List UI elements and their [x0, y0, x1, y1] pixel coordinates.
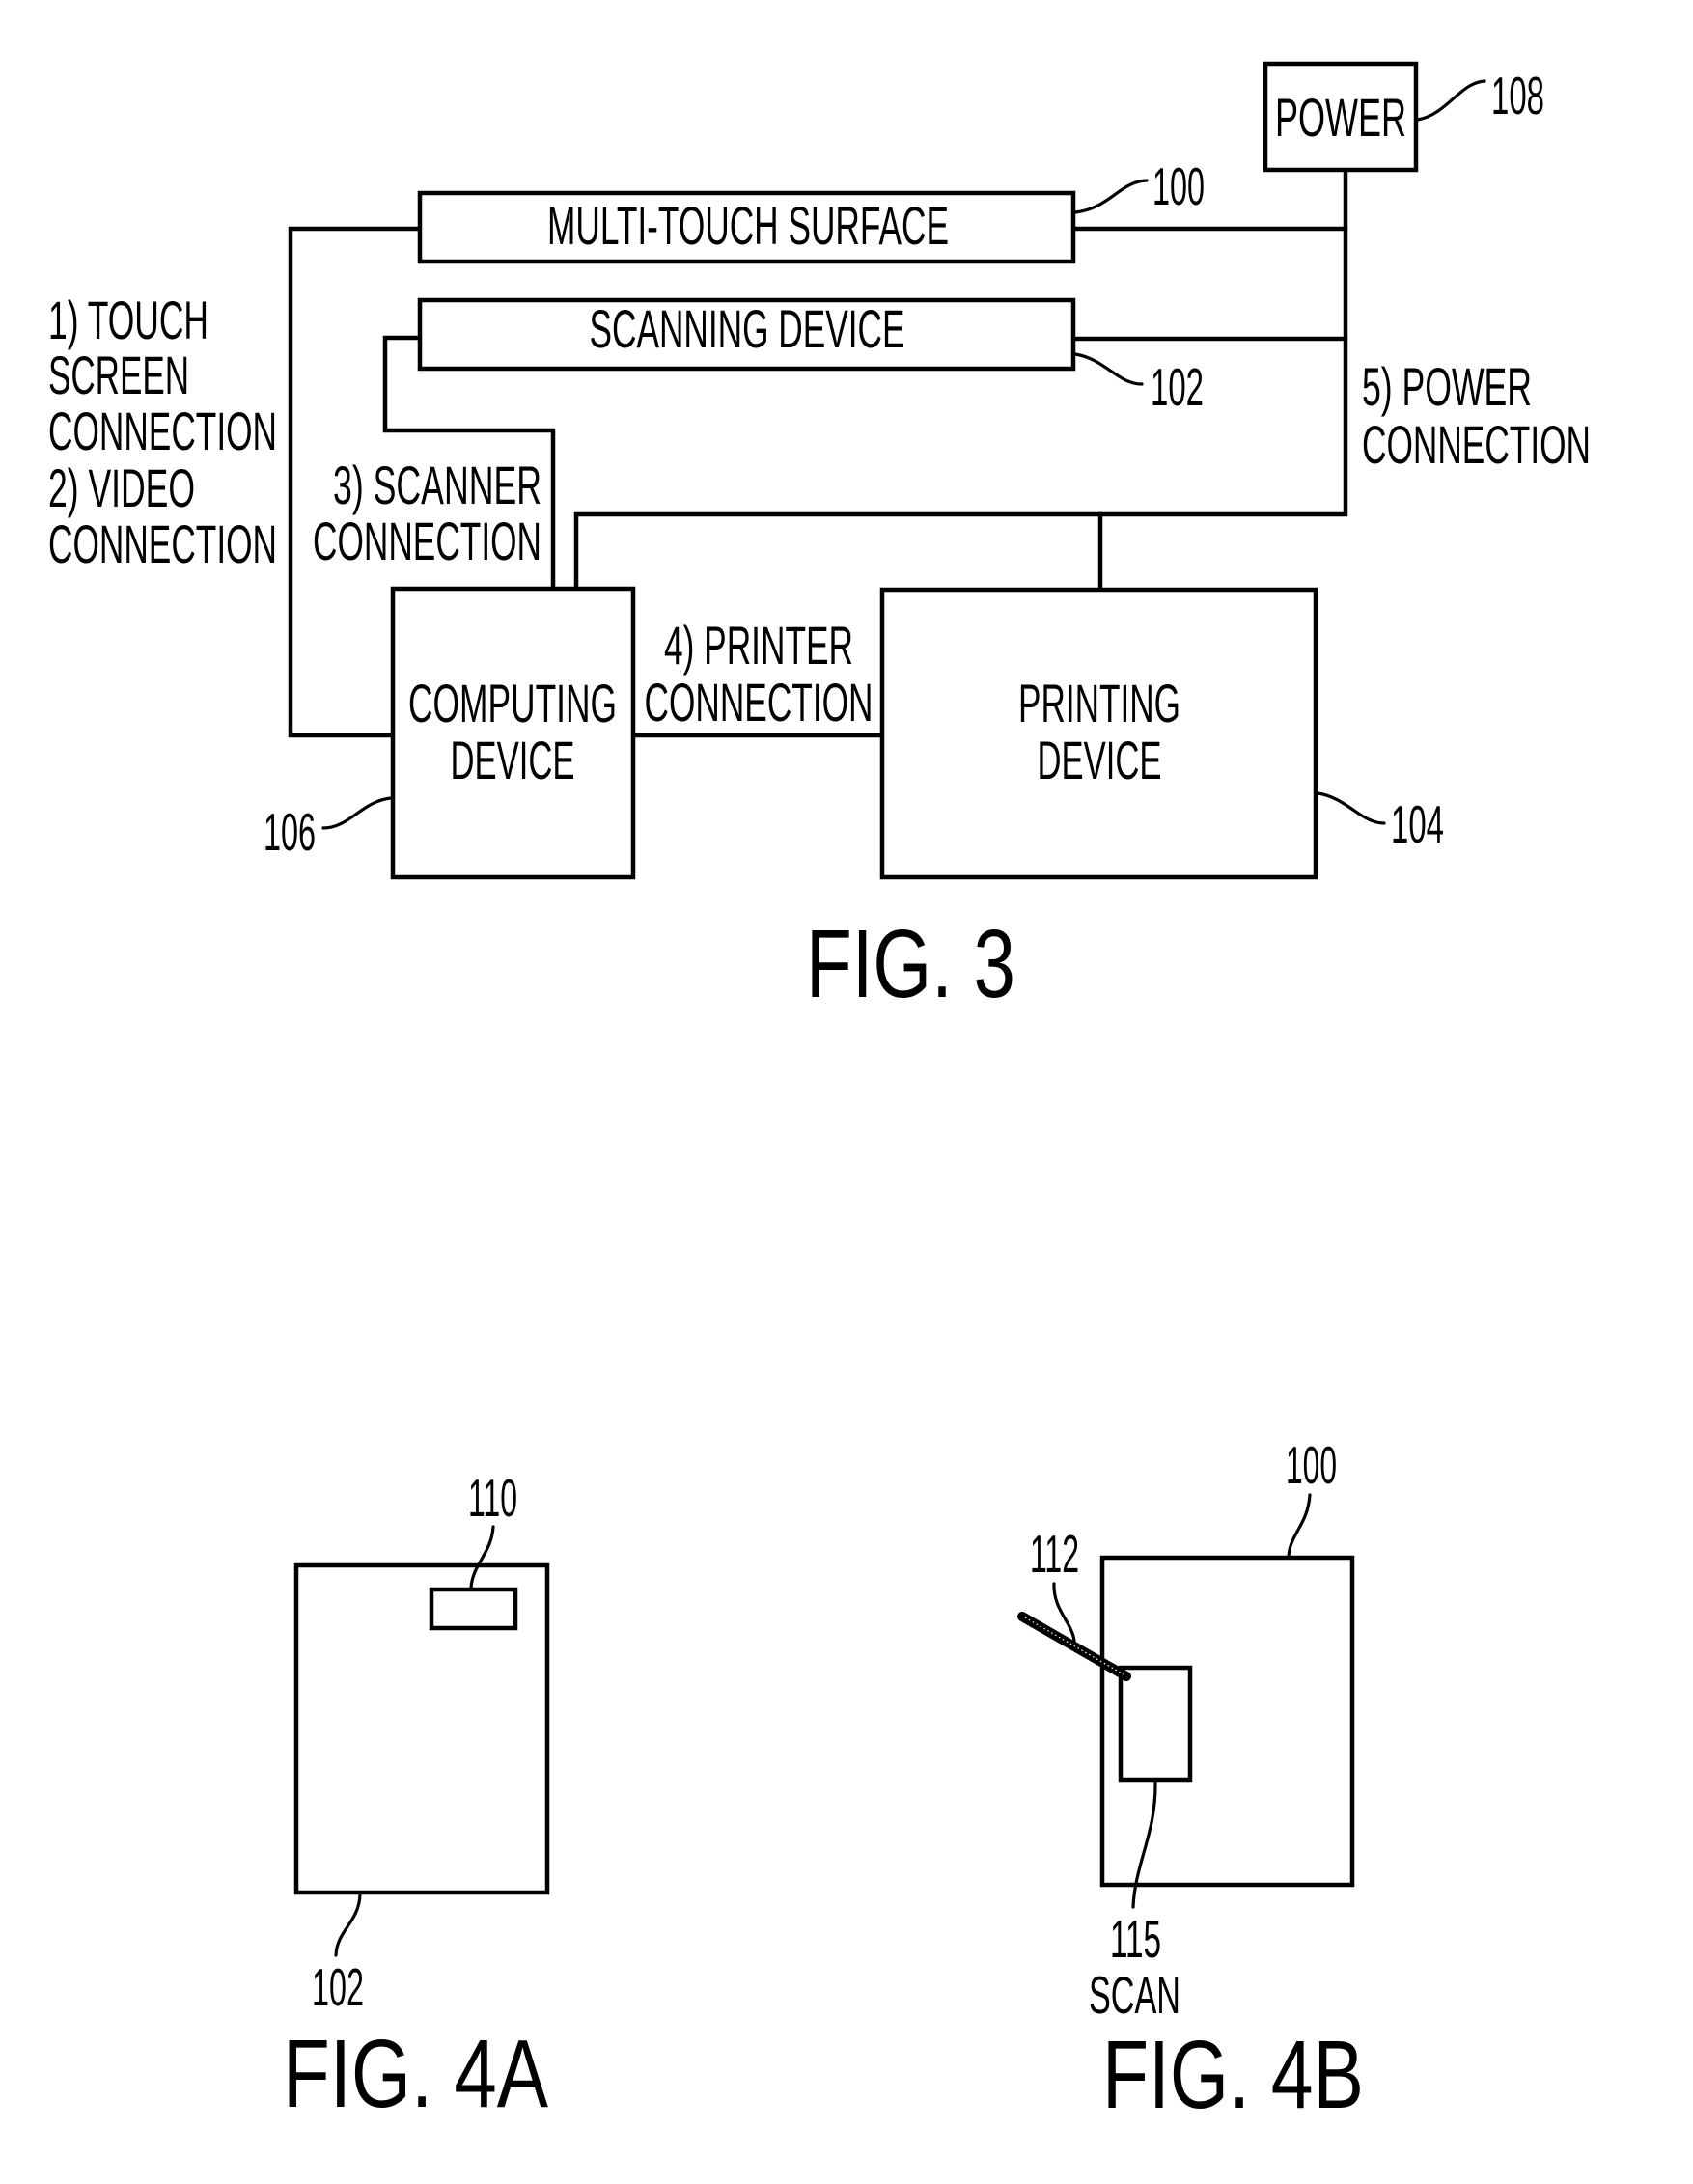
mts-ref-number: 100: [1152, 156, 1205, 216]
figure-4a-caption: FIG. 4A: [283, 2020, 548, 2128]
scan-ref-number: 115: [1110, 1909, 1161, 1969]
computing-ref-number: 106: [264, 802, 316, 862]
printing-device-label-line2: DEVICE: [1038, 730, 1162, 790]
scan-window: [429, 1587, 518, 1631]
surface-ref-number: 100: [1286, 1435, 1337, 1495]
figure-3-caption: FIG. 3: [806, 910, 1015, 1018]
power-connection-line1: 5) POWER: [1362, 356, 1532, 417]
scan-window-ref-number: 110: [468, 1468, 517, 1528]
power-label: POWER: [1275, 87, 1406, 148]
scanner-ref-number: 102: [1151, 357, 1204, 417]
patent-drawing-sheet: POWER 108 MULTI-TOUCH SURFACE 100 SCANNI…: [0, 0, 1693, 2184]
scanner-connection-line2: CONNECTION: [313, 511, 541, 571]
multi-touch-surface-label: MULTI-TOUCH SURFACE: [547, 195, 949, 256]
figure-4b-caption: FIG. 4B: [1102, 2021, 1364, 2129]
video-connection-line1: 2) VIDEO: [48, 457, 195, 518]
printer-connection-label: 4) PRINTER CONNECTION: [645, 615, 874, 733]
computing-device-label-line1: COMPUTING: [408, 673, 617, 733]
touch-connection-line1: 1) TOUCH: [48, 290, 208, 350]
touch-connection-line3: CONNECTION: [48, 401, 277, 461]
scanner-connection-label: 3) SCANNER CONNECTION: [313, 455, 541, 571]
printing-ref-number: 104: [1391, 794, 1444, 854]
computing-device-label-line2: DEVICE: [451, 730, 575, 790]
device-ref-number: 102: [312, 1957, 364, 2017]
power-ref-number: 108: [1491, 66, 1544, 125]
video-connection-line2: CONNECTION: [48, 513, 277, 574]
scanning-device-label: SCANNING DEVICE: [590, 298, 905, 359]
scanner-connection-line1: 3) SCANNER: [333, 455, 541, 515]
scan-area: [1118, 1665, 1193, 1783]
stylus-ref-number: 112: [1030, 1524, 1079, 1584]
figure-4a: 110 102 FIG. 4A: [283, 1468, 550, 2128]
power-connection-line2: CONNECTION: [1362, 414, 1591, 475]
scan-label: SCAN: [1089, 1965, 1180, 2025]
printing-device-label-line1: PRINTING: [1018, 673, 1180, 733]
printer-connection-line1: 4) PRINTER: [664, 615, 853, 676]
touch-connection-line2: SCREEN: [48, 345, 189, 405]
printer-connection-line2: CONNECTION: [645, 672, 874, 733]
